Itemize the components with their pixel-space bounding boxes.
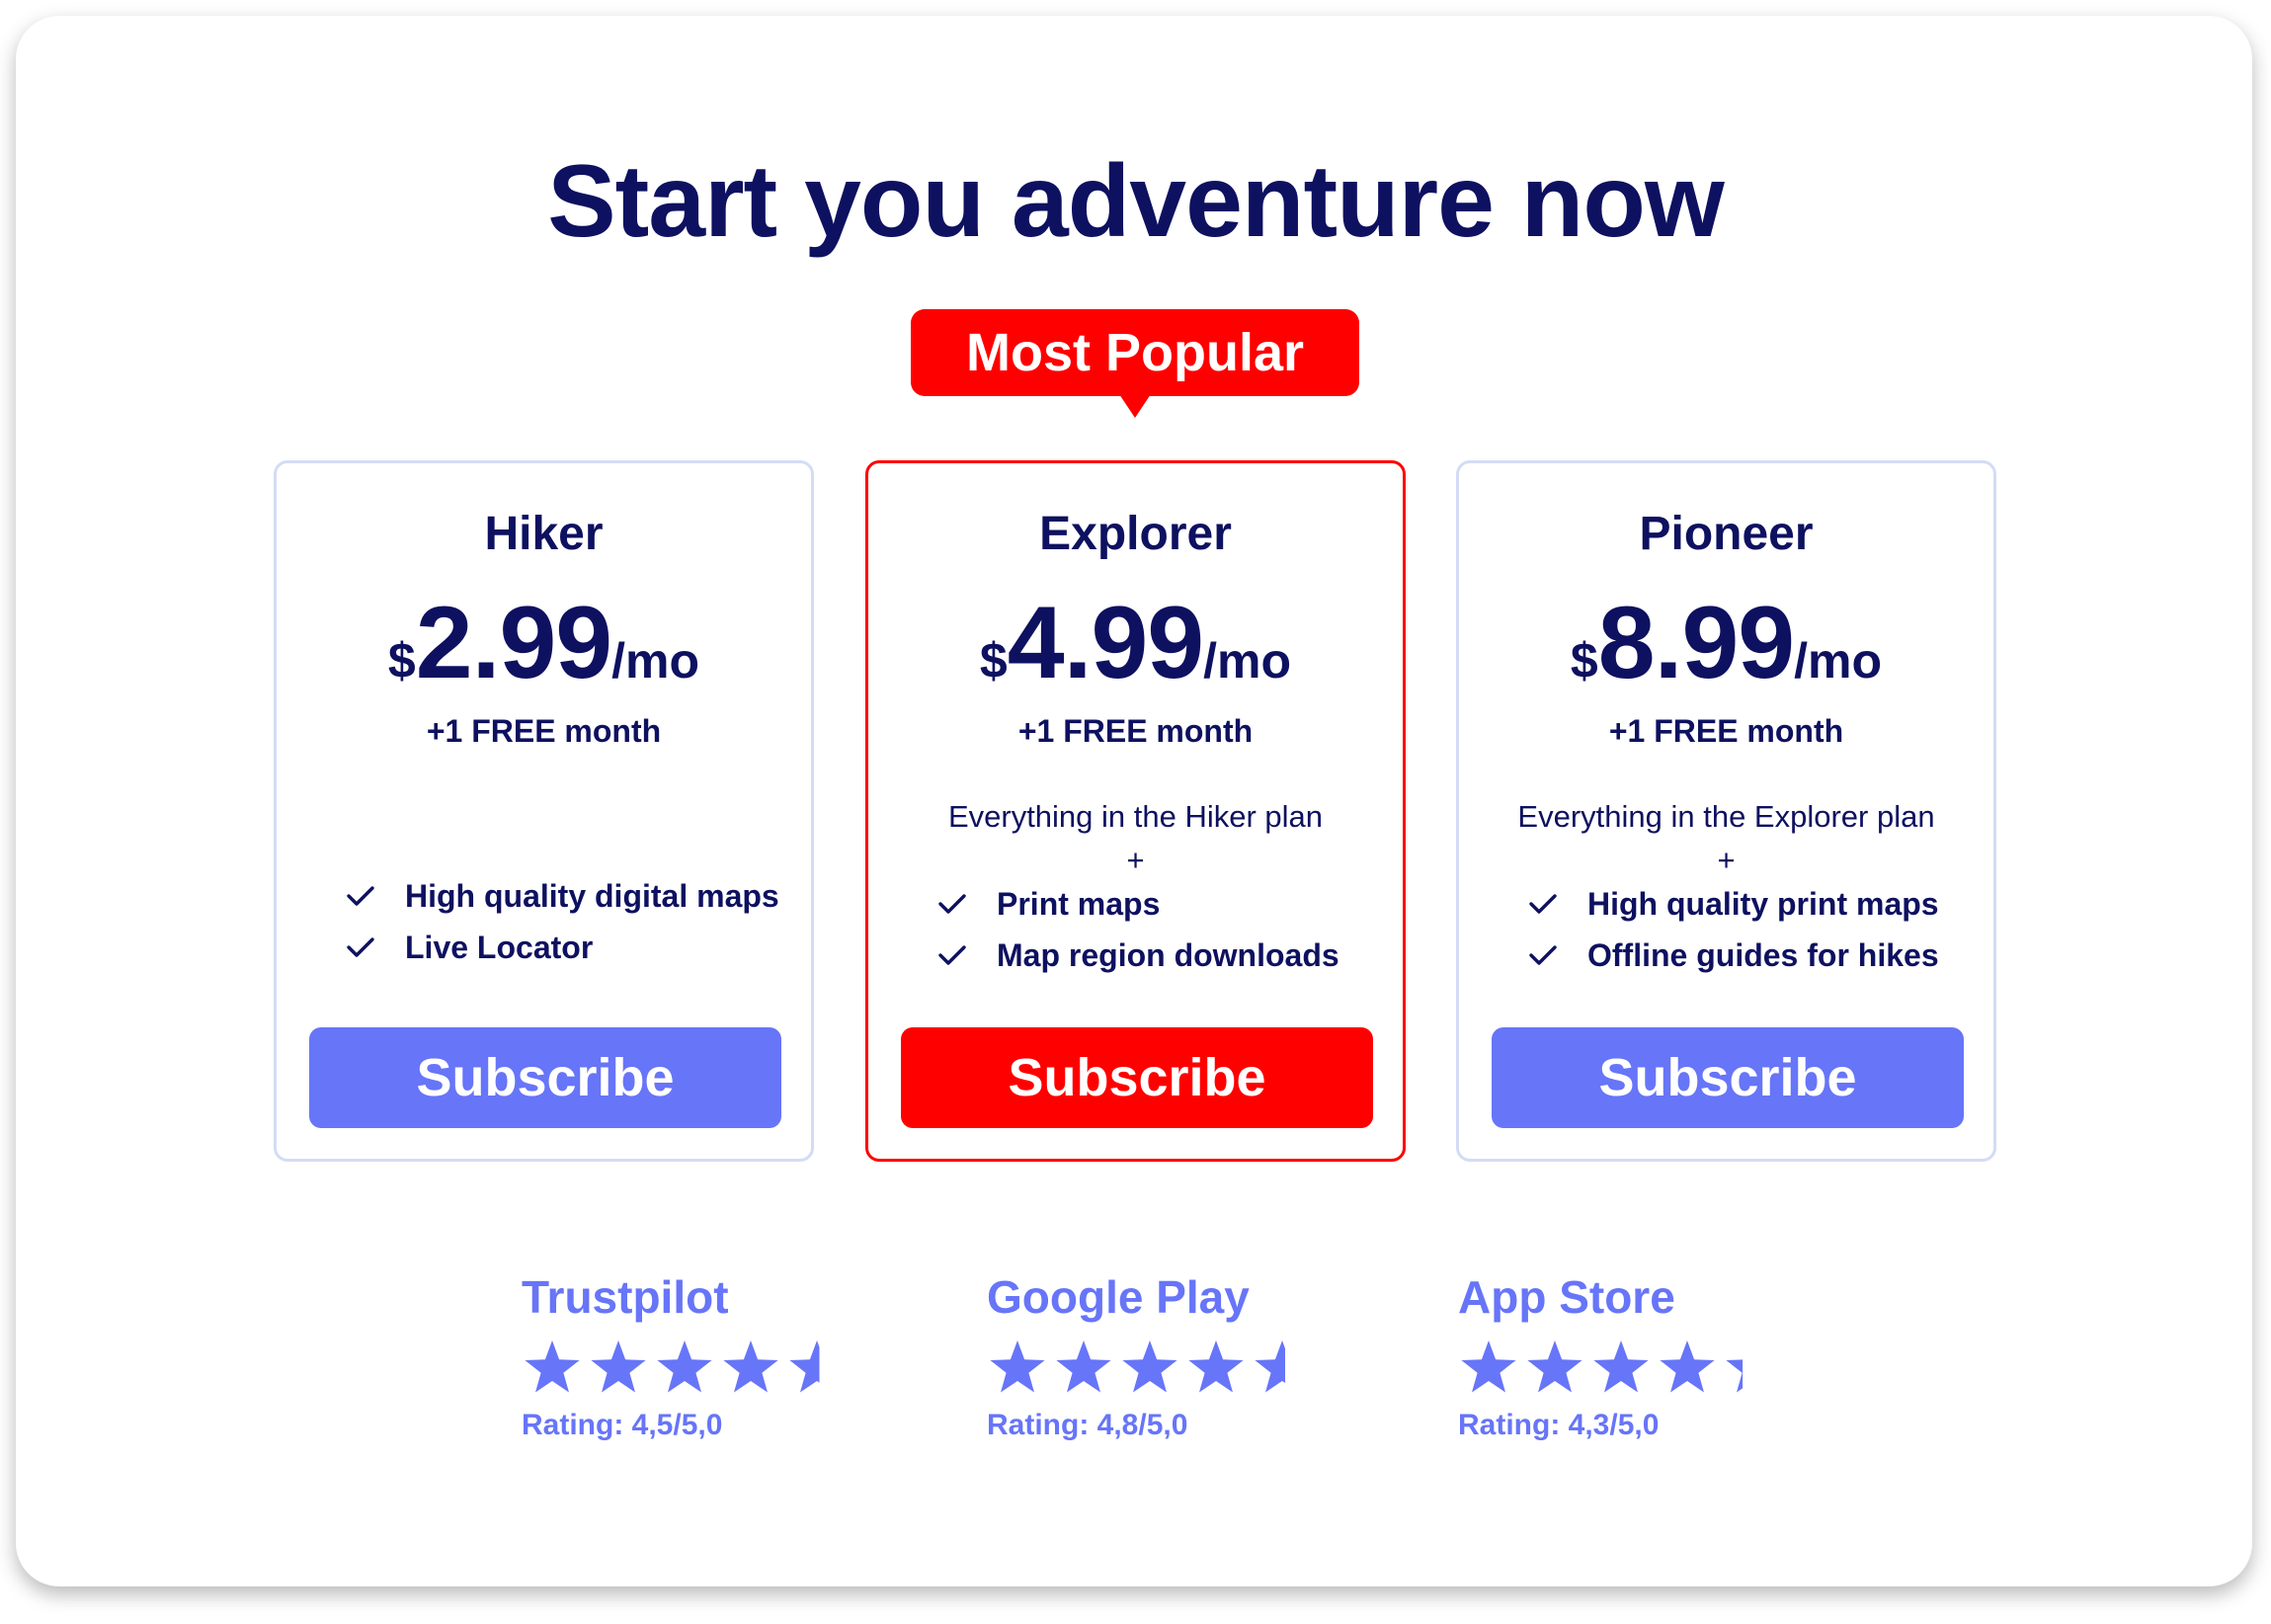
feature-label: Map region downloads: [997, 936, 1339, 973]
feature-item: Offline guides for hikes: [1528, 930, 1974, 981]
star-icon: [1122, 1340, 1177, 1393]
includes-text: Everything in the Hiker plan: [947, 799, 1324, 834]
star-icon: [1726, 1359, 1744, 1393]
subscribe-button-hiker[interactable]: Subscribe: [309, 1027, 781, 1128]
star-rating: [990, 1340, 1285, 1393]
price-amount: 4.99: [1007, 586, 1204, 700]
star-icon: [990, 1340, 1045, 1393]
plan-name: Pioneer: [1639, 508, 1814, 560]
rating-source: Google Play: [987, 1271, 1250, 1323]
plan-name: Hiker: [484, 508, 604, 560]
plan-includes: Everything in the Hiker plan +: [868, 795, 1403, 882]
feature-item: High quality print maps: [1528, 878, 1974, 930]
plan-price: $2.99/mo: [277, 592, 811, 694]
most-popular-badge: Most Popular: [911, 309, 1359, 418]
feature-item: High quality digital maps: [346, 870, 791, 922]
feature-list: Print maps Map region downloads: [937, 878, 1383, 981]
price-period: /mo: [1794, 633, 1883, 689]
check-icon: [1529, 945, 1557, 965]
plan-name: Explorer: [1039, 508, 1232, 560]
price-currency: $: [387, 633, 416, 689]
rating-trustpilot: Trustpilot Rating: 4,5/5,0: [522, 1274, 838, 1442]
feature-list: High quality print maps Offline guides f…: [1528, 878, 1974, 981]
star-rating: [1461, 1340, 1744, 1393]
check-icon: [1529, 894, 1557, 914]
plan-bonus: +1 FREE month: [426, 713, 662, 749]
star-icon: [1056, 1340, 1111, 1393]
feature-item: Print maps: [937, 878, 1383, 930]
feature-label: High quality digital maps: [405, 877, 779, 914]
star-icon: [657, 1340, 712, 1393]
plan-bonus: +1 FREE month: [1608, 713, 1844, 749]
star-icon: [1461, 1340, 1516, 1393]
plan-card-explorer: Explorer $4.99/mo +1 FREE month Everythi…: [865, 460, 1406, 1162]
rating-source: Trustpilot: [522, 1271, 729, 1323]
star-icon: [1255, 1340, 1285, 1393]
star-icon: [723, 1340, 778, 1393]
rating-value: Rating: 4,5/5,0: [522, 1409, 723, 1441]
price-currency: $: [1570, 633, 1598, 689]
price-period: /mo: [1203, 633, 1292, 689]
price-period: /mo: [611, 633, 700, 689]
check-icon: [347, 937, 374, 957]
price-amount: 8.99: [1597, 586, 1795, 700]
check-icon: [938, 945, 966, 965]
price-currency: $: [979, 633, 1008, 689]
rating-value: Rating: 4,3/5,0: [1458, 1409, 1660, 1441]
star-icon: [525, 1340, 580, 1393]
rating-google-play: Google Play Rating: 4,8/5,0: [987, 1274, 1303, 1442]
feature-label: Print maps: [997, 885, 1161, 922]
feature-label: Live Locator: [405, 929, 594, 965]
includes-plus: +: [1126, 843, 1145, 877]
feature-label: High quality print maps: [1587, 885, 1939, 922]
rating-source: App Store: [1458, 1271, 1675, 1323]
star-rating: [525, 1340, 820, 1393]
subscribe-button-explorer[interactable]: Subscribe: [901, 1027, 1373, 1128]
subscribe-button-pioneer[interactable]: Subscribe: [1492, 1027, 1964, 1128]
star-icon: [789, 1340, 820, 1393]
star-icon: [1188, 1340, 1244, 1393]
star-icon: [1527, 1340, 1582, 1393]
page-title: Start you adventure now: [547, 144, 1725, 259]
price-amount: 2.99: [415, 586, 612, 700]
rating-value: Rating: 4,8/5,0: [987, 1409, 1188, 1441]
feature-item: Map region downloads: [937, 930, 1383, 981]
plan-price: $8.99/mo: [1459, 592, 1993, 694]
plan-price: $4.99/mo: [868, 592, 1403, 694]
includes-plus: +: [1717, 843, 1736, 877]
plan-card-hiker: Hiker $2.99/mo +1 FREE month High qualit…: [274, 460, 814, 1162]
feature-list: High quality digital maps Live Locator: [346, 870, 791, 973]
includes-text: Everything in the Explorer plan: [1517, 799, 1935, 834]
rating-app-store: App Store Rating: 4,3/5,0: [1458, 1274, 1774, 1442]
check-icon: [347, 886, 374, 906]
feature-label: Offline guides for hikes: [1587, 936, 1939, 973]
plan-card-pioneer: Pioneer $8.99/mo +1 FREE month Everythin…: [1456, 460, 1996, 1162]
feature-item: Live Locator: [346, 922, 791, 973]
star-icon: [1660, 1340, 1715, 1393]
star-icon: [1593, 1340, 1649, 1393]
plan-bonus: +1 FREE month: [1017, 713, 1254, 749]
plan-includes: Everything in the Explorer plan +: [1459, 795, 1993, 882]
star-icon: [591, 1340, 646, 1393]
check-icon: [938, 894, 966, 914]
